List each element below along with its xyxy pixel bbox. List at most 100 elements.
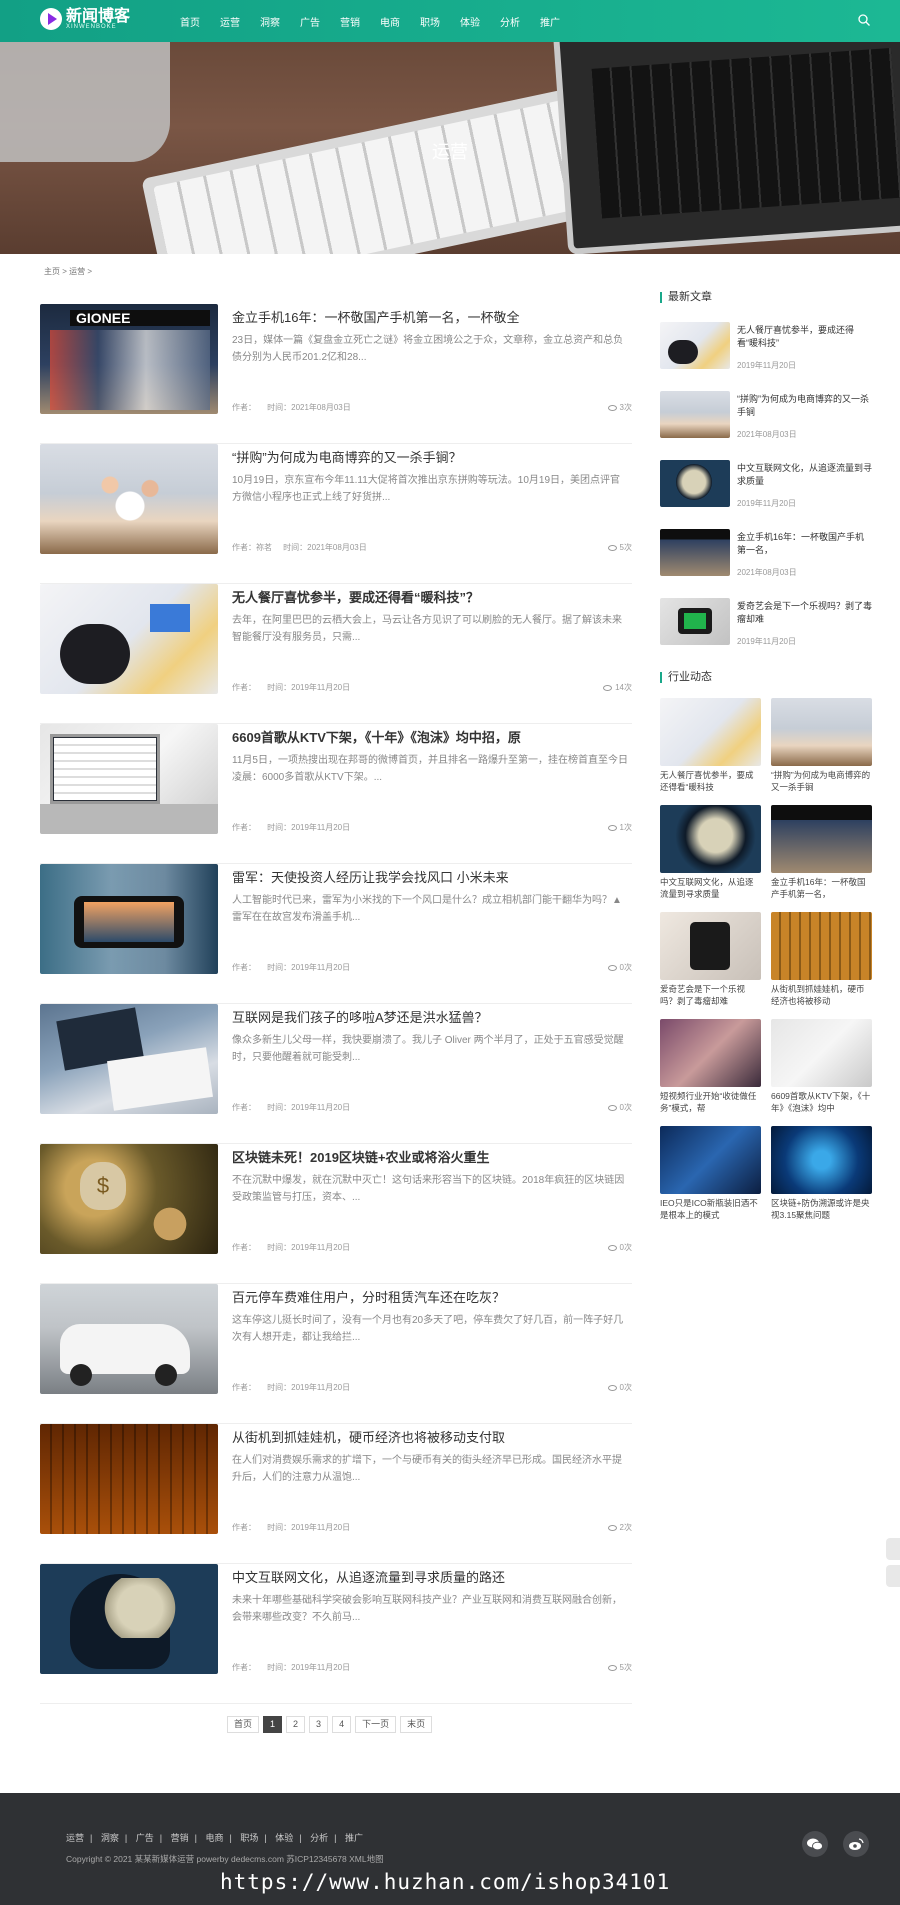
industry-item[interactable]: “拼购”为何成为电商博弈的又一杀手锏 bbox=[771, 698, 872, 805]
industry-item[interactable]: 爱奇艺会是下一个乐视吗？剥了毒瘤却难 bbox=[660, 912, 761, 1019]
article-item[interactable]: GIONEE 金立手机16年：一杯敬国产手机第一名，一杯敬全 23日，媒体一篇《… bbox=[40, 304, 632, 444]
industry-thumbnail[interactable] bbox=[660, 698, 761, 766]
nav-item-operation[interactable]: 运营 bbox=[220, 14, 240, 29]
article-item[interactable]: 互联网是我们孩子的哆啦A梦还是洪水猛兽？ 像众多新生儿父母一样，我快要崩溃了。我… bbox=[40, 1004, 632, 1144]
article-title[interactable]: “拼购”为何成为电商博弈的又一杀手锏？ bbox=[232, 447, 462, 466]
latest-title[interactable]: 中文互联网文化，从追逐流量到寻求质量 bbox=[737, 462, 872, 488]
article-thumbnail[interactable] bbox=[40, 1004, 218, 1114]
latest-title[interactable]: 无人餐厅喜忧参半，要成还得看“暖科技” bbox=[737, 324, 872, 350]
industry-item[interactable]: 区块链+防伪溯源或许是央视3.15聚焦问题 bbox=[771, 1126, 872, 1233]
footer-link[interactable]: 营销 bbox=[171, 1833, 189, 1843]
industry-thumbnail[interactable] bbox=[771, 1126, 872, 1194]
industry-thumbnail[interactable] bbox=[660, 1126, 761, 1194]
article-item[interactable]: 从街机到抓娃娃机，硬币经济也将被移动支付取 在人们对消费娱乐需求的扩增下，一个与… bbox=[40, 1424, 632, 1564]
article-thumbnail[interactable] bbox=[40, 1564, 218, 1674]
industry-caption[interactable]: 从街机到抓娃娃机，硬币经济也将被移动 bbox=[771, 983, 872, 1009]
float-service-tab[interactable] bbox=[886, 1538, 900, 1560]
page-4[interactable]: 4 bbox=[332, 1716, 352, 1733]
footer-link[interactable]: 电商 bbox=[206, 1833, 224, 1843]
article-thumbnail[interactable] bbox=[40, 1424, 218, 1534]
article-thumbnail[interactable] bbox=[40, 724, 218, 834]
latest-title[interactable]: “拼购”为何成为电商博弈的又一杀手锏 bbox=[737, 393, 872, 419]
footer-link[interactable]: 分析 bbox=[310, 1833, 328, 1843]
footer-link[interactable]: 体验 bbox=[275, 1833, 293, 1843]
article-title[interactable]: 区块链未死！2019区块链+农业或将浴火重生 bbox=[232, 1147, 490, 1166]
article-item[interactable]: 6609首歌从KTV下架，《十年》《泡沫》均中招，原 11月5日，一项热搜出现在… bbox=[40, 724, 632, 864]
article-item[interactable]: 百元停车费难住用户，分时租赁汽车还在吃灰？ 这车停这儿挺长时间了，没有一个月也有… bbox=[40, 1284, 632, 1424]
latest-article[interactable]: 中文互联网文化，从追逐流量到寻求质量 2019年11月20日 bbox=[660, 460, 872, 529]
industry-item[interactable]: 无人餐厅喜忧参半，要成还得看“暖科技 bbox=[660, 698, 761, 805]
article-thumbnail[interactable] bbox=[40, 444, 218, 554]
site-logo[interactable]: 新闻博客 XINWENBOKE bbox=[40, 8, 130, 30]
page-last[interactable]: 末页 bbox=[400, 1716, 433, 1733]
article-thumbnail[interactable] bbox=[40, 1284, 218, 1394]
nav-item-insight[interactable]: 洞察 bbox=[260, 14, 280, 29]
weibo-icon[interactable] bbox=[843, 1831, 869, 1857]
article-title[interactable]: 互联网是我们孩子的哆啦A梦还是洪水猛兽？ bbox=[232, 1007, 488, 1026]
page-2[interactable]: 2 bbox=[286, 1716, 306, 1733]
float-feedback-tab[interactable] bbox=[886, 1565, 900, 1587]
page-1[interactable]: 1 bbox=[263, 1716, 283, 1733]
nav-item-experience[interactable]: 体验 bbox=[460, 14, 480, 29]
latest-thumbnail[interactable] bbox=[660, 529, 730, 576]
nav-item-marketing[interactable]: 营销 bbox=[340, 14, 360, 29]
article-item[interactable]: “拼购”为何成为电商博弈的又一杀手锏？ 10月19日，京东宣布今年11.11大促… bbox=[40, 444, 632, 584]
article-item[interactable]: $ 区块链未死！2019区块链+农业或将浴火重生 不在沉默中爆发，就在沉默中灭亡… bbox=[40, 1144, 632, 1284]
latest-article[interactable]: 无人餐厅喜忧参半，要成还得看“暖科技” 2019年11月20日 bbox=[660, 322, 870, 391]
latest-thumbnail[interactable] bbox=[660, 391, 730, 438]
nav-item-promotion[interactable]: 推广 bbox=[540, 14, 560, 29]
article-title[interactable]: 中文互联网文化，从追逐流量到寻求质量的路还 bbox=[232, 1567, 505, 1586]
industry-item[interactable]: 金立手机16年：一杯敬国产手机第一名， bbox=[771, 805, 872, 912]
nav-item-career[interactable]: 职场 bbox=[420, 14, 440, 29]
article-title[interactable]: 百元停车费难住用户，分时租赁汽车还在吃灰？ bbox=[232, 1287, 505, 1306]
industry-item[interactable]: 中文互联网文化，从追逐流量到寻求质量 bbox=[660, 805, 761, 912]
nav-item-ads[interactable]: 广告 bbox=[300, 14, 320, 29]
page-next[interactable]: 下一页 bbox=[355, 1716, 397, 1733]
industry-thumbnail[interactable] bbox=[771, 698, 872, 766]
page-3[interactable]: 3 bbox=[309, 1716, 329, 1733]
article-thumbnail[interactable] bbox=[40, 864, 218, 974]
industry-caption[interactable]: IEO只是ICO新瓶装旧酒不是根本上的模式 bbox=[660, 1197, 761, 1223]
search-icon[interactable] bbox=[858, 14, 870, 26]
article-thumbnail[interactable]: GIONEE bbox=[40, 304, 218, 414]
nav-item-analysis[interactable]: 分析 bbox=[500, 14, 520, 29]
footer-link[interactable]: 广告 bbox=[136, 1833, 154, 1843]
wechat-icon[interactable] bbox=[802, 1831, 828, 1857]
article-item[interactable]: 雷军：天使投资人经历让我学会找风口 小米未来 人工智能时代已来，雷军为小米找的下… bbox=[40, 864, 632, 1004]
article-title[interactable]: 从街机到抓娃娃机，硬币经济也将被移动支付取 bbox=[232, 1427, 505, 1446]
industry-caption[interactable]: 金立手机16年：一杯敬国产手机第一名， bbox=[771, 876, 872, 902]
footer-link[interactable]: 推广 bbox=[345, 1833, 363, 1843]
footer-link[interactable]: 运营 bbox=[66, 1833, 84, 1843]
latest-article[interactable]: 金立手机16年：一杯敬国产手机第一名， 2021年08月03日 bbox=[660, 529, 870, 598]
article-thumbnail[interactable]: $ bbox=[40, 1144, 218, 1254]
industry-item[interactable]: 6609首歌从KTV下架，《十年》《泡沫》均中 bbox=[771, 1019, 872, 1126]
footer-link[interactable]: 职场 bbox=[240, 1833, 258, 1843]
latest-article[interactable]: “拼购”为何成为电商博弈的又一杀手锏 2021年08月03日 bbox=[660, 391, 870, 460]
footer-link[interactable]: 洞察 bbox=[101, 1833, 119, 1843]
nav-item-ecommerce[interactable]: 电商 bbox=[380, 14, 400, 29]
industry-thumbnail[interactable] bbox=[660, 912, 761, 980]
industry-caption[interactable]: 无人餐厅喜忧参半，要成还得看“暖科技 bbox=[660, 769, 761, 795]
article-title[interactable]: 金立手机16年：一杯敬国产手机第一名，一杯敬全 bbox=[232, 307, 519, 326]
article-title[interactable]: 6609首歌从KTV下架，《十年》《泡沫》均中招，原 bbox=[232, 727, 521, 746]
industry-caption[interactable]: 爱奇艺会是下一个乐视吗？剥了毒瘤却难 bbox=[660, 983, 761, 1009]
page-first[interactable]: 首页 bbox=[227, 1716, 260, 1733]
industry-caption[interactable]: 6609首歌从KTV下架，《十年》《泡沫》均中 bbox=[771, 1090, 872, 1116]
latest-thumbnail[interactable] bbox=[660, 460, 730, 507]
latest-thumbnail[interactable] bbox=[660, 598, 730, 645]
breadcrumb[interactable]: 主页 > 运营 > bbox=[44, 266, 92, 277]
industry-item[interactable]: 短视频行业开始“收徒做任务”模式，帮 bbox=[660, 1019, 761, 1126]
industry-thumbnail[interactable] bbox=[771, 912, 872, 980]
industry-thumbnail[interactable] bbox=[771, 805, 872, 873]
industry-item[interactable]: 从街机到抓娃娃机，硬币经济也将被移动 bbox=[771, 912, 872, 1019]
article-item[interactable]: 中文互联网文化，从追逐流量到寻求质量的路还 未来十年哪些基础科学突破会影响互联网… bbox=[40, 1564, 632, 1704]
article-thumbnail[interactable] bbox=[40, 584, 218, 694]
industry-item[interactable]: IEO只是ICO新瓶装旧酒不是根本上的模式 bbox=[660, 1126, 761, 1233]
latest-thumbnail[interactable] bbox=[660, 322, 730, 369]
industry-caption[interactable]: 短视频行业开始“收徒做任务”模式，帮 bbox=[660, 1090, 761, 1116]
latest-article[interactable]: 爱奇艺会是下一个乐视吗？剥了毒瘤却难 2019年11月20日 bbox=[660, 598, 872, 667]
article-title[interactable]: 无人餐厅喜忧参半，要成还得看“暖科技”？ bbox=[232, 587, 479, 606]
industry-thumbnail[interactable] bbox=[660, 1019, 761, 1087]
industry-caption[interactable]: “拼购”为何成为电商博弈的又一杀手锏 bbox=[771, 769, 872, 795]
latest-title[interactable]: 爱奇艺会是下一个乐视吗？剥了毒瘤却难 bbox=[737, 600, 872, 626]
